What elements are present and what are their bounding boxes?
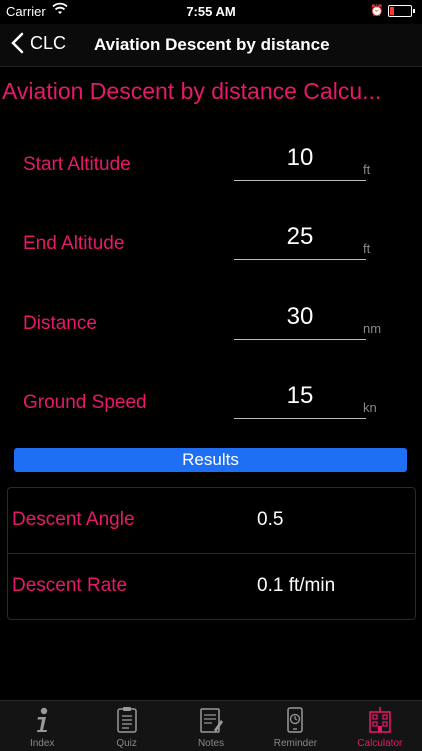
input-underline xyxy=(234,259,366,260)
distance-unit: nm xyxy=(363,321,382,336)
tab-calculator[interactable]: Calculator xyxy=(338,701,422,751)
distance-input[interactable]: 30 xyxy=(234,303,366,331)
results-button[interactable]: Results xyxy=(14,448,407,472)
distance-label: Distance xyxy=(23,313,97,334)
end-altitude-input[interactable]: 25 xyxy=(234,223,366,251)
tab-bar: Index Quiz Notes Reminder Calculator xyxy=(0,700,422,751)
input-underline xyxy=(234,180,366,181)
start-altitude-input[interactable]: 10 xyxy=(234,144,366,172)
status-bar: Carrier 7:55 AM ⏰ xyxy=(0,0,422,24)
descent-rate-row: Descent Rate 0.1 ft/min xyxy=(8,554,415,619)
nav-title: Aviation Descent by distance xyxy=(94,35,330,54)
ground-speed-row: Ground Speed 15 kn xyxy=(0,382,422,442)
tab-reminder-label: Reminder xyxy=(273,738,318,749)
back-button[interactable]: CLC xyxy=(10,32,66,54)
navigation-bar: CLC Aviation Descent by distance xyxy=(0,24,422,67)
tab-calculator-label: Calculator xyxy=(357,738,403,749)
chevron-left-icon xyxy=(11,32,24,54)
descent-rate-label: Descent Rate xyxy=(12,575,128,596)
tab-index-label: Index xyxy=(29,738,55,749)
start-altitude-unit: ft xyxy=(363,162,371,177)
input-underline xyxy=(234,339,366,340)
end-altitude-row: End Altitude 25 ft xyxy=(0,223,422,283)
descent-angle-row: Descent Angle 0.5 xyxy=(8,488,415,554)
distance-row: Distance 30 nm xyxy=(0,303,422,363)
descent-rate-value: 0.1 ft/min xyxy=(257,575,336,596)
alarm-icon: ⏰ xyxy=(370,5,384,17)
back-label: CLC xyxy=(30,32,67,53)
descent-angle-value: 0.5 xyxy=(257,509,284,530)
results-table: Descent Angle 0.5 Descent Rate 0.1 ft/mi… xyxy=(7,487,416,620)
tab-notes[interactable]: Notes xyxy=(169,701,253,751)
descent-angle-label: Descent Angle xyxy=(12,509,135,530)
end-altitude-label: End Altitude xyxy=(23,233,125,254)
end-altitude-unit: ft xyxy=(363,241,371,256)
phone-clock-icon xyxy=(287,707,304,733)
info-icon xyxy=(37,707,48,732)
clock-time: 7:55 AM xyxy=(186,4,236,19)
input-underline xyxy=(234,418,366,419)
battery-icon xyxy=(388,5,415,17)
start-altitude-row: Start Altitude 10 ft xyxy=(0,144,422,204)
tab-reminder[interactable]: Reminder xyxy=(253,701,337,751)
building-calculator-icon xyxy=(369,707,391,733)
tab-index[interactable]: Index xyxy=(0,701,84,751)
tab-notes-label: Notes xyxy=(197,738,225,749)
clipboard-icon xyxy=(116,707,137,733)
ground-speed-input[interactable]: 15 xyxy=(234,382,366,410)
tab-quiz-label: Quiz xyxy=(116,738,137,749)
tab-quiz[interactable]: Quiz xyxy=(84,701,168,751)
ground-speed-unit: kn xyxy=(363,400,377,415)
ground-speed-label: Ground Speed xyxy=(23,392,147,413)
page-title: Aviation Descent by distance Calcu... xyxy=(2,78,382,104)
notes-icon xyxy=(200,708,224,733)
start-altitude-label: Start Altitude xyxy=(23,154,131,175)
